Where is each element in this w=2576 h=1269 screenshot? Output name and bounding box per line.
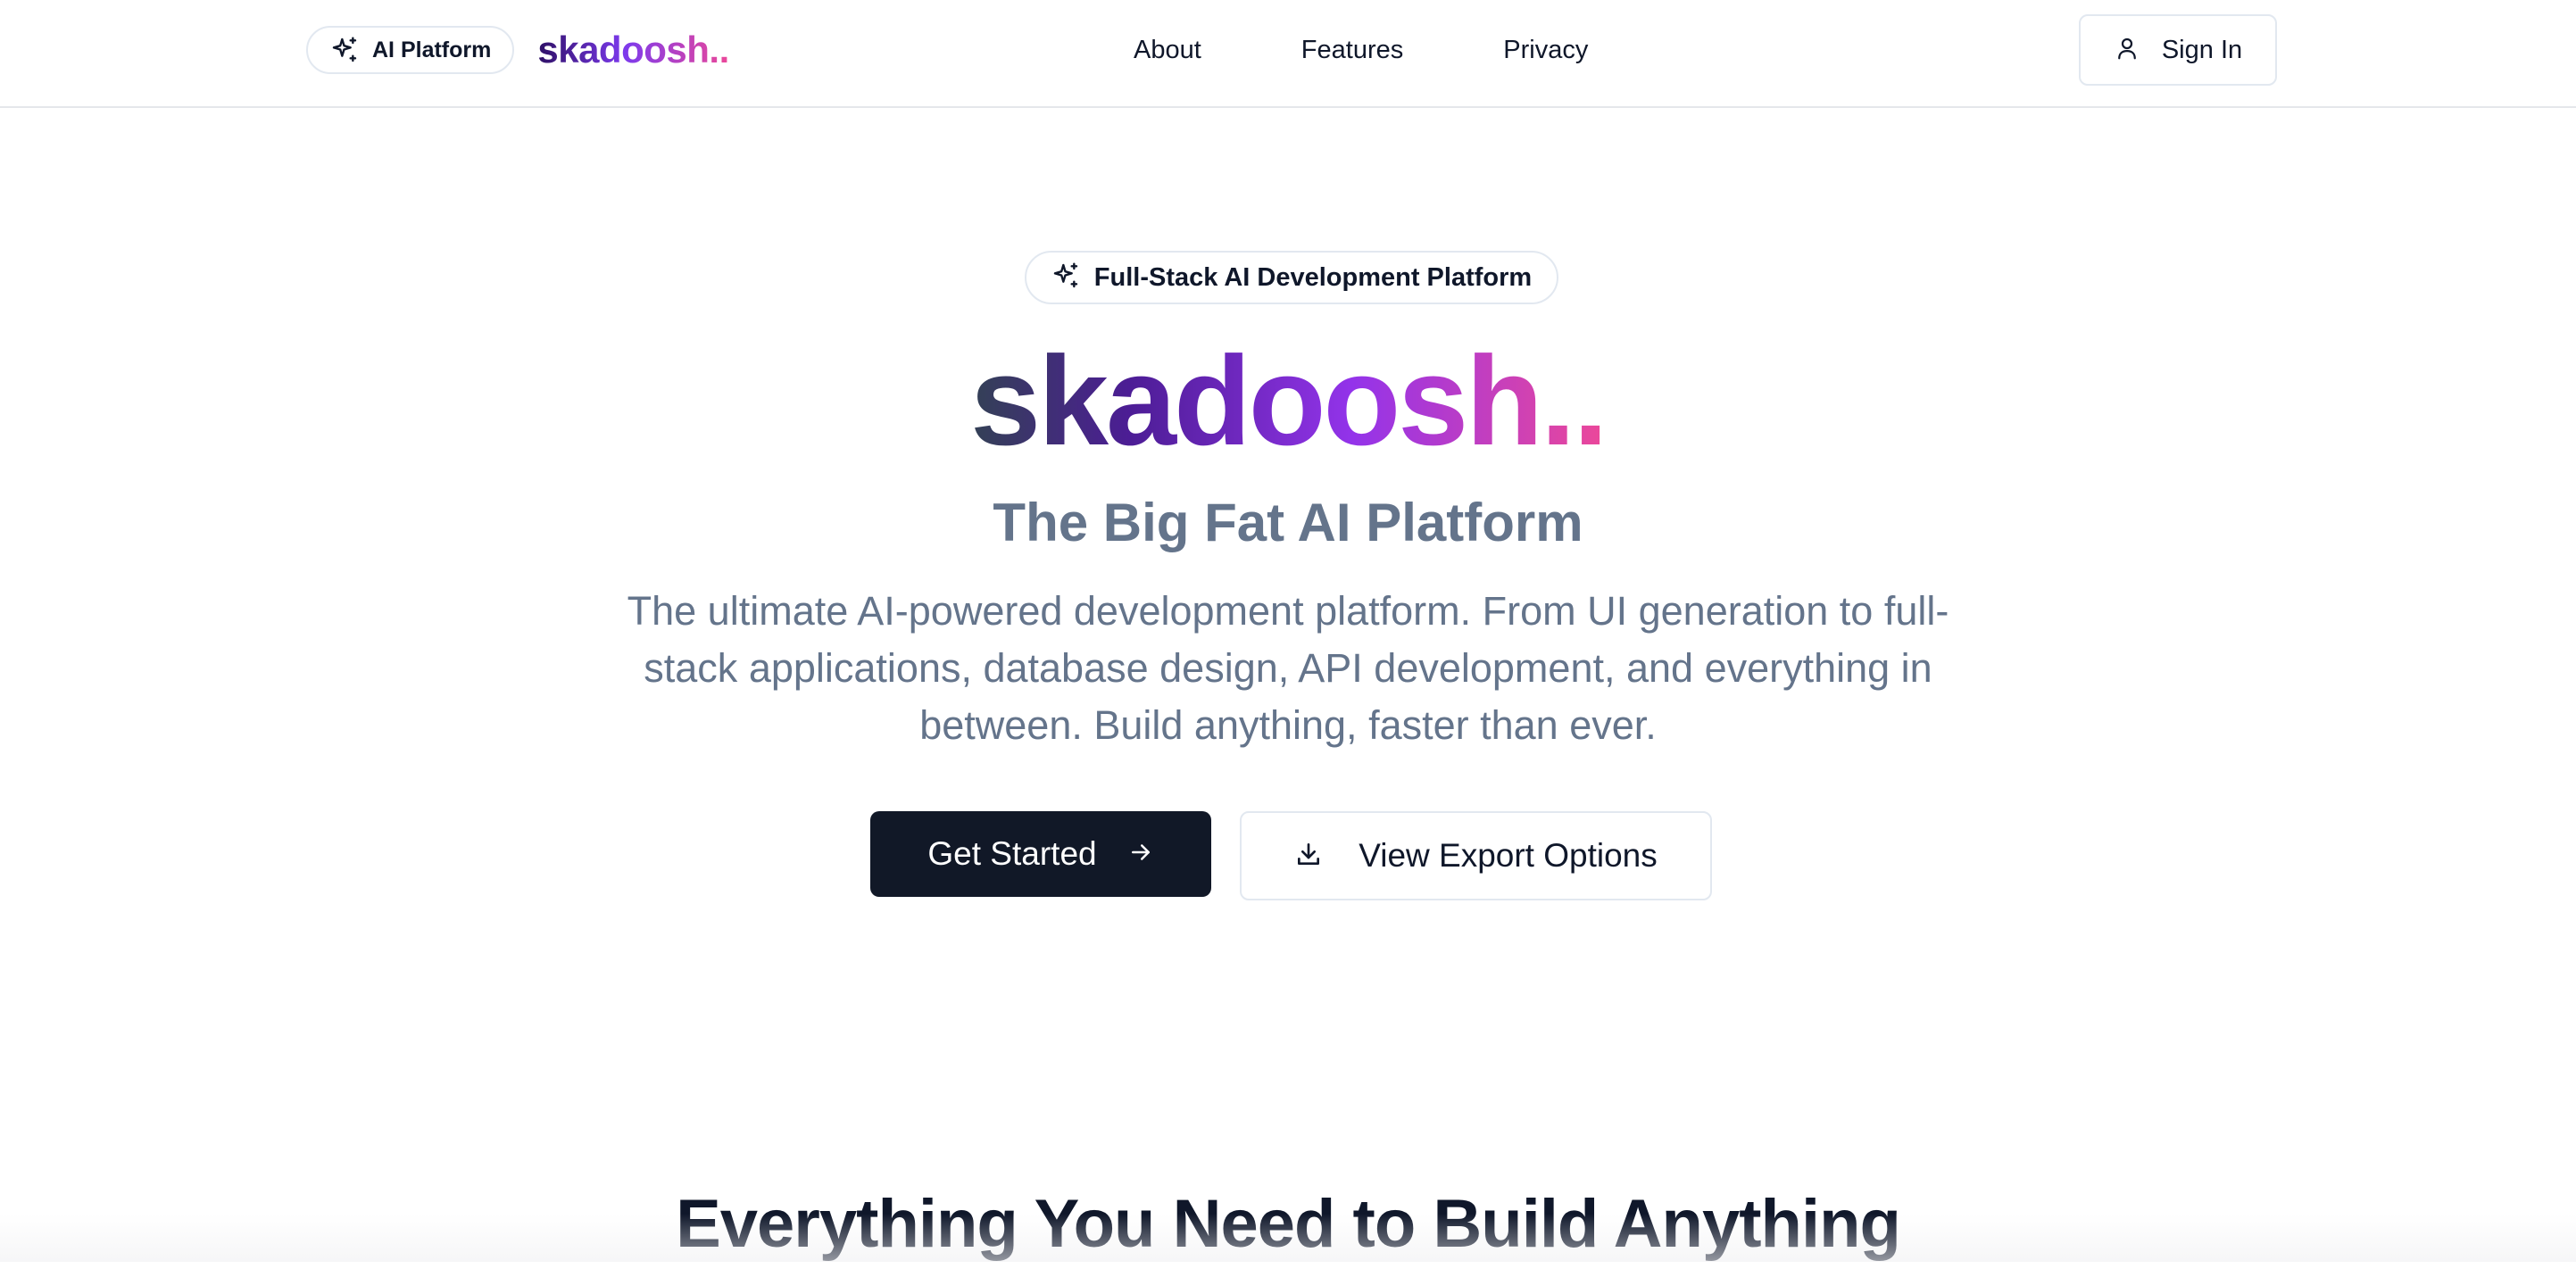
hero-subtitle: The Big Fat AI Platform: [993, 493, 1583, 552]
hero-title: skadoosh..: [0, 330, 2576, 473]
hero-tagline-pill: Full-Stack AI Development Platform: [1025, 251, 1558, 304]
ai-platform-badge-label: AI Platform: [372, 37, 492, 62]
hero-title-text: skadoosh..: [970, 330, 1608, 472]
brand-logo[interactable]: skadoosh..: [537, 29, 729, 71]
get-started-label: Get Started: [927, 835, 1097, 872]
nav-link-about[interactable]: About: [1134, 36, 1201, 65]
sign-in-label: Sign In: [2161, 35, 2243, 64]
main-nav: About Features Privacy: [1134, 25, 1588, 75]
get-started-button[interactable]: Get Started: [870, 811, 1211, 897]
hero-description: The ultimate AI-powered development plat…: [627, 588, 1949, 748]
nav-link-features[interactable]: Features: [1301, 36, 1403, 65]
sparkles-icon: [329, 35, 360, 65]
top-navbar: AI Platform skadoosh.. About Features Pr…: [0, 0, 2576, 108]
view-export-options-label: View Export Options: [1359, 837, 1658, 874]
nav-link-privacy[interactable]: Privacy: [1503, 36, 1588, 65]
header-brand-group: AI Platform skadoosh..: [306, 26, 729, 74]
view-export-options-button[interactable]: View Export Options: [1240, 811, 1712, 900]
sign-in-button[interactable]: Sign In: [2079, 14, 2277, 86]
sparkles-icon: [1051, 261, 1080, 294]
hero-tagline-label: Full-Stack AI Development Platform: [1093, 262, 1533, 292]
features-section-heading: Everything You Need to Build Anything: [676, 1186, 1901, 1262]
ai-platform-badge[interactable]: AI Platform: [306, 26, 515, 74]
user-icon: [2114, 35, 2140, 66]
download-icon: [1294, 840, 1323, 873]
arrow-right-icon: [1127, 839, 1154, 870]
